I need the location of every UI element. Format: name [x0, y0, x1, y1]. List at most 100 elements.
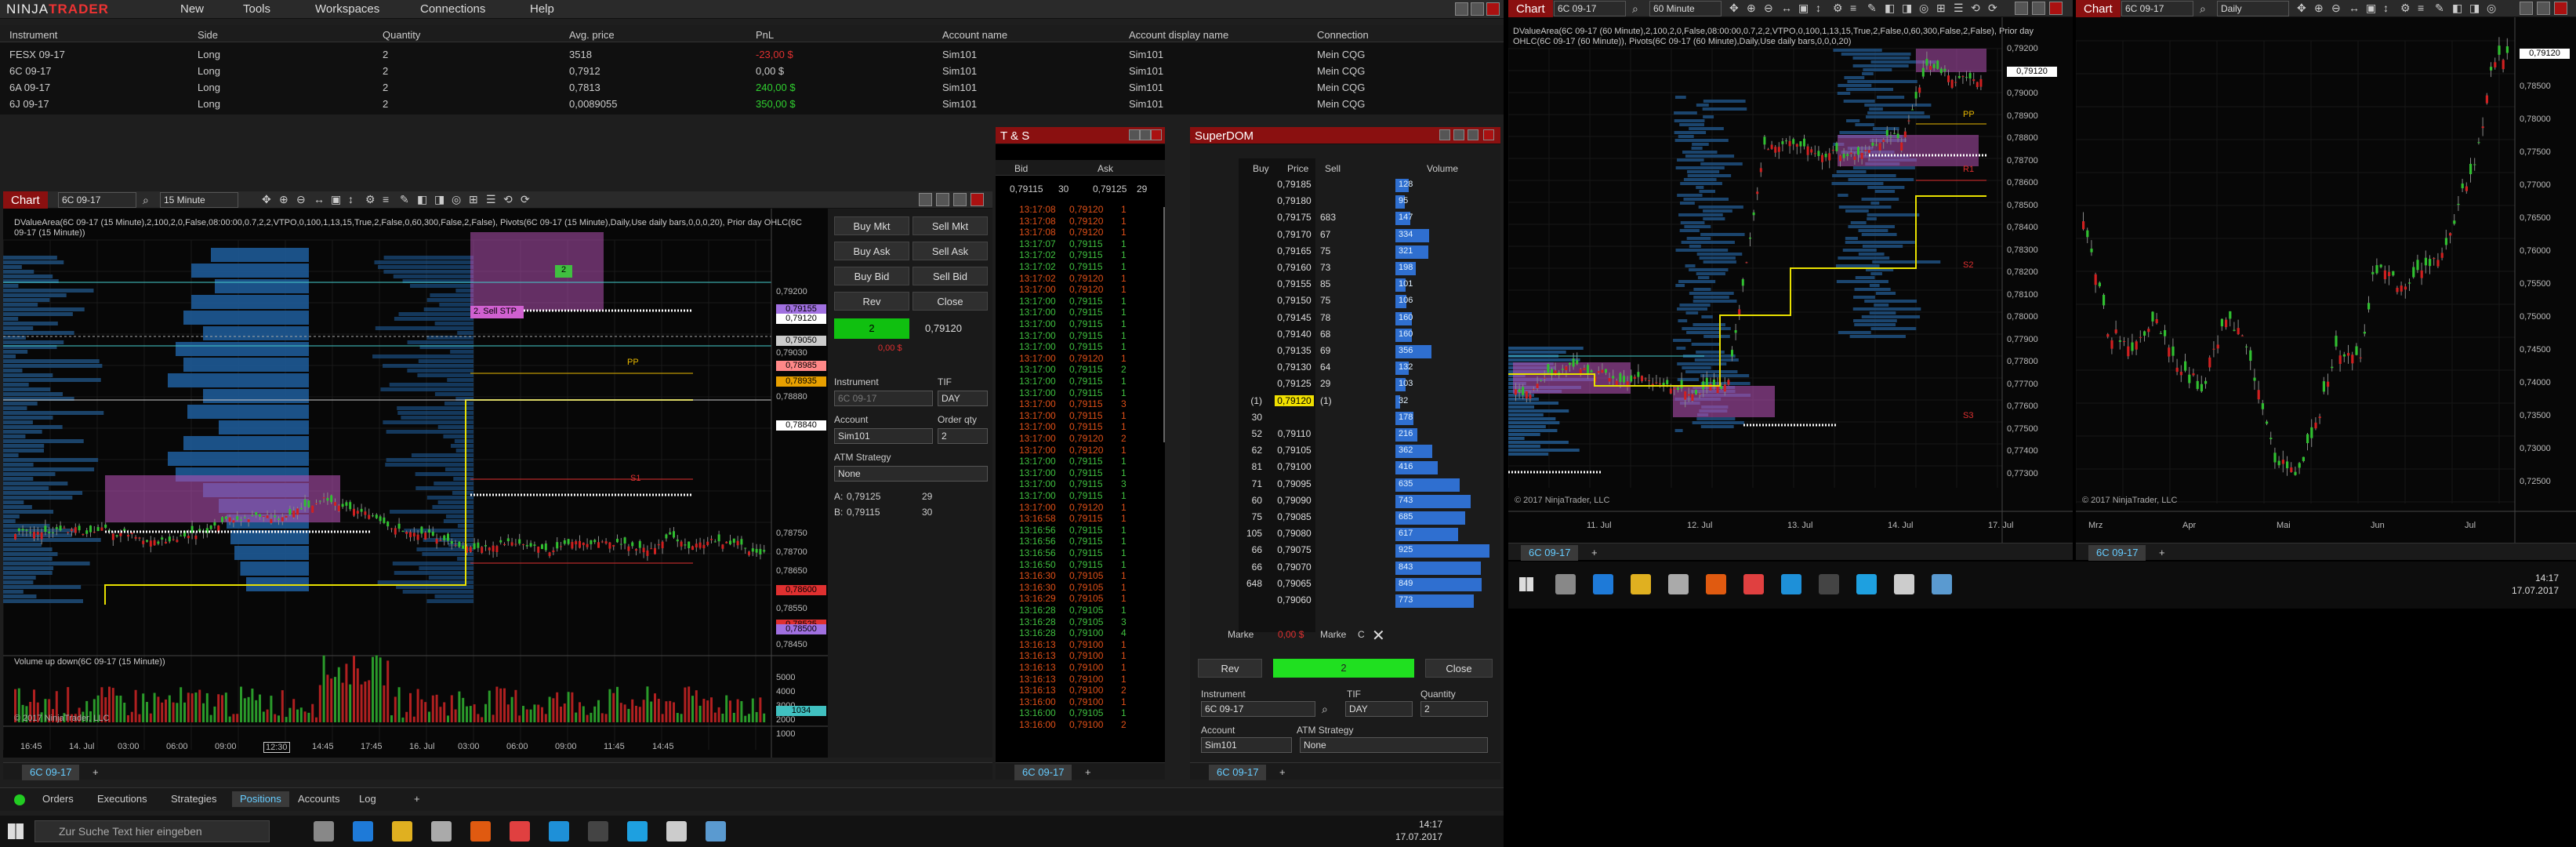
reverse-button[interactable]: Rev — [834, 292, 909, 311]
menu-help[interactable]: Help — [530, 2, 554, 16]
chart2-tool-0-icon[interactable]: ✥ — [1729, 2, 1739, 15]
superdom-close-button[interactable]: Close — [1425, 659, 1493, 678]
taskbar-app-3-icon[interactable] — [431, 821, 452, 842]
start-right-icon[interactable] — [1519, 577, 1533, 591]
superdom-close-x-icon[interactable]: ✕ — [1372, 626, 1385, 645]
dom-buy-size[interactable]: 60 — [1240, 495, 1262, 506]
dom-price[interactable]: 0,79070 — [1275, 562, 1314, 573]
dom-price[interactable]: 0,79145 — [1275, 312, 1314, 323]
maximize-icon[interactable] — [1471, 2, 1484, 16]
taskbar-right-app-5-icon[interactable] — [1743, 574, 1764, 594]
dom-sell-size[interactable]: 29 — [1320, 378, 1337, 389]
dom-price[interactable]: 0,79100 — [1275, 461, 1314, 472]
chart1-minimize-icon[interactable] — [919, 193, 932, 206]
superdom-maximize-icon[interactable] — [1453, 129, 1464, 140]
menu-tools[interactable]: Tools — [243, 2, 270, 16]
chart2-instrument-selector[interactable]: 6C 09-17 — [1554, 1, 1626, 16]
chart1-restore-icon[interactable] — [953, 193, 967, 206]
chart2-instrument-tab[interactable]: 6C 09-17 — [1521, 545, 1579, 561]
chart3-minimize-icon[interactable] — [2520, 2, 2533, 15]
superdom-search-icon[interactable]: ⌕ — [1322, 703, 1328, 716]
dom-buy-size[interactable]: 81 — [1240, 461, 1262, 472]
superdom-close-icon[interactable] — [1483, 129, 1494, 140]
chart2-interval-selector[interactable]: 60 Minute — [1649, 1, 1722, 16]
dom-price[interactable]: 0,79105 — [1275, 445, 1314, 456]
dom-price[interactable]: 0,79140 — [1275, 329, 1314, 340]
dom-buy-size[interactable]: 62 — [1240, 445, 1262, 456]
minimize-icon[interactable] — [1455, 2, 1468, 16]
superdom-instrument-select[interactable]: 6C 09-17 — [1201, 701, 1315, 717]
dom-price[interactable]: 0,79080 — [1275, 528, 1314, 539]
dom-sell-size[interactable]: 75 — [1320, 295, 1337, 306]
chart2-tool-14-icon[interactable]: ⟲ — [1971, 2, 1980, 15]
dom-price[interactable]: 0,79150 — [1275, 295, 1314, 306]
market-left-label[interactable]: Marke — [1228, 629, 1254, 640]
chart3-add-tab-icon[interactable]: + — [2151, 545, 2173, 561]
dom-sell-size[interactable]: 69 — [1320, 345, 1337, 356]
taskbar-right-app-3-icon[interactable] — [1668, 574, 1689, 594]
chart3-tool-9-icon[interactable]: ◧ — [2452, 2, 2462, 15]
chart2-minimize-icon[interactable] — [2015, 2, 2028, 15]
buy-bid-button[interactable]: Buy Bid — [834, 267, 909, 285]
chart1-tool-5-icon[interactable]: ↕ — [348, 193, 354, 205]
chart1-tool-10-icon[interactable]: ◨ — [434, 193, 444, 206]
sell-ask-button[interactable]: Sell Ask — [912, 242, 988, 260]
market-right-label[interactable]: Marke — [1320, 629, 1346, 640]
search-icon[interactable]: ⌕ — [143, 194, 149, 207]
dom-price[interactable]: 0,79085 — [1275, 511, 1314, 522]
chart3-instrument-selector[interactable]: 6C 09-17 — [2121, 1, 2193, 16]
superdom-reverse-button[interactable]: Rev — [1198, 659, 1262, 678]
dom-price[interactable]: 0,79185 — [1275, 179, 1314, 190]
taskbar-right-app-10-icon[interactable] — [1932, 574, 1952, 594]
chart1-tool-0-icon[interactable]: ✥ — [262, 193, 271, 206]
chart3-tool-3-icon[interactable]: ↔ — [2349, 2, 2360, 14]
menu-workspaces[interactable]: Workspaces — [315, 2, 379, 16]
chart3-tool-4-icon[interactable]: ▣ — [2366, 2, 2376, 15]
position-row-instrument[interactable]: 6J 09-17 — [9, 98, 49, 110]
dom-sell-size[interactable]: 75 — [1320, 245, 1337, 256]
tns-close-icon[interactable] — [1151, 129, 1162, 140]
superdom-atm-select[interactable]: None — [1300, 737, 1488, 753]
chart2-tool-2-icon[interactable]: ⊖ — [1764, 2, 1773, 15]
chart2-panel[interactable]: DValueArea(6C 09-17 (60 Minute),2,100,2,… — [1508, 17, 2073, 551]
chart1-tool-15-icon[interactable]: ⟳ — [521, 193, 530, 206]
col-account-name[interactable]: Account name — [942, 29, 1007, 41]
taskbar-right-app-7-icon[interactable] — [1819, 574, 1839, 594]
tns-maximize-icon[interactable] — [1140, 129, 1151, 140]
position-row-instrument[interactable]: FESX 09-17 — [9, 49, 65, 60]
chart2-tool-8-icon[interactable]: ✎ — [1867, 2, 1877, 15]
chart2-tool-3-icon[interactable]: ↔ — [1781, 2, 1792, 14]
tab-positions[interactable]: Positions — [232, 791, 289, 807]
chart2-close-icon[interactable] — [2049, 2, 2063, 15]
menu-new[interactable]: New — [180, 2, 204, 16]
dom-buy-size[interactable]: 52 — [1240, 428, 1262, 439]
taskbar-app-1-icon[interactable] — [353, 821, 373, 842]
chart3-search-icon[interactable]: ⌕ — [2200, 2, 2206, 16]
dom-sell-size[interactable]: (1) — [1320, 395, 1337, 406]
dom-price[interactable]: 0,79060 — [1275, 594, 1314, 605]
dom-price[interactable]: 0,79160 — [1275, 262, 1314, 273]
dom-price[interactable]: 0,79135 — [1275, 345, 1314, 356]
chart3-tool-10-icon[interactable]: ◨ — [2469, 2, 2480, 15]
close-icon[interactable] — [1486, 2, 1500, 16]
chart2-tool-9-icon[interactable]: ◧ — [1885, 2, 1895, 15]
chart1-tool-1-icon[interactable]: ⊕ — [279, 193, 288, 206]
chart1-tool-9-icon[interactable]: ◧ — [417, 193, 427, 206]
dom-buy-size[interactable]: (1) — [1240, 395, 1262, 406]
chart1-tool-2-icon[interactable]: ⊖ — [296, 193, 306, 206]
chart1-tool-4-icon[interactable]: ▣ — [331, 193, 341, 206]
chart1-tool-7-icon[interactable]: ≡ — [383, 193, 389, 205]
dom-buy-size[interactable]: 105 — [1240, 528, 1262, 539]
chart2-maximize-icon[interactable] — [2032, 2, 2045, 15]
superdom-quantity-stepper[interactable]: 2 — [1420, 701, 1488, 717]
tab-orders[interactable]: Orders — [34, 791, 82, 807]
sell-stop-order-marker[interactable]: 2. Sell STP — [470, 306, 524, 318]
taskbar-app-5-icon[interactable] — [510, 821, 530, 842]
chart1-tool-13-icon[interactable]: ☰ — [486, 193, 496, 206]
dom-price[interactable]: 0,79175 — [1275, 212, 1314, 223]
dom-price[interactable]: 0,79095 — [1275, 478, 1314, 489]
tab-accounts[interactable]: Accounts — [290, 791, 347, 807]
taskbar-right-app-6-icon[interactable] — [1781, 574, 1801, 594]
col-pnl[interactable]: PnL — [756, 29, 774, 41]
chart3-close-icon[interactable] — [2554, 2, 2567, 15]
